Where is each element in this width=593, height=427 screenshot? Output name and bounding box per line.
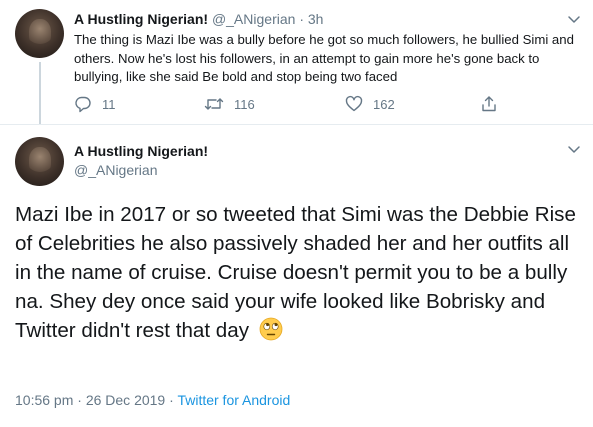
reply-button[interactable]: 11 — [74, 95, 116, 113]
separator: · — [77, 392, 82, 408]
chevron-down-icon[interactable] — [567, 12, 581, 26]
share-icon — [482, 96, 496, 112]
retweet-count: 116 — [234, 96, 255, 112]
avatar[interactable] — [15, 9, 64, 58]
display-name[interactable]: A Hustling Nigerian! — [74, 142, 208, 160]
retweet-button[interactable]: 116 — [204, 95, 255, 113]
tweet-time[interactable]: 10:56 pm — [15, 392, 73, 408]
heart-icon — [345, 95, 363, 112]
tweet-date[interactable]: 26 Dec 2019 — [86, 392, 165, 408]
chevron-down-icon[interactable] — [567, 142, 581, 156]
display-name[interactable]: A Hustling Nigerian! — [74, 11, 208, 27]
handle[interactable]: @_ANigerian — [74, 161, 157, 179]
separator: · — [169, 392, 174, 408]
face-with-rolling-eyes-icon — [259, 317, 283, 341]
reply-tweet[interactable]: A Hustling Nigerian! @_ANigerian · 3h Th… — [0, 0, 593, 125]
tweet-text: Mazi Ibe in 2017 or so tweeted that Simi… — [15, 203, 576, 342]
tweet-actions: 11 116 162 — [74, 95, 514, 115]
like-count: 162 — [373, 96, 395, 112]
like-button[interactable]: 162 — [345, 95, 395, 113]
avatar[interactable] — [15, 137, 64, 186]
handle[interactable]: @_ANigerian — [212, 11, 295, 27]
tweet-source-link[interactable]: Twitter for Android — [177, 392, 290, 408]
tweet-text: The thing is Mazi Ibe was a bully before… — [74, 32, 574, 84]
reply-icon — [75, 96, 91, 113]
retweet-icon — [204, 98, 224, 110]
thread-line — [39, 62, 41, 125]
share-button[interactable] — [480, 95, 508, 113]
tweet-meta: 10:56 pm · 26 Dec 2019 · Twitter for And… — [15, 391, 290, 409]
reply-tweet-header: A Hustling Nigerian! @_ANigerian · 3h — [74, 10, 323, 28]
main-tweet-text-block: Mazi Ibe in 2017 or so tweeted that Simi… — [15, 200, 585, 345]
separator: · — [299, 11, 304, 27]
reply-count: 11 — [102, 96, 116, 112]
timestamp[interactable]: 3h — [308, 11, 324, 27]
divider — [0, 124, 593, 125]
